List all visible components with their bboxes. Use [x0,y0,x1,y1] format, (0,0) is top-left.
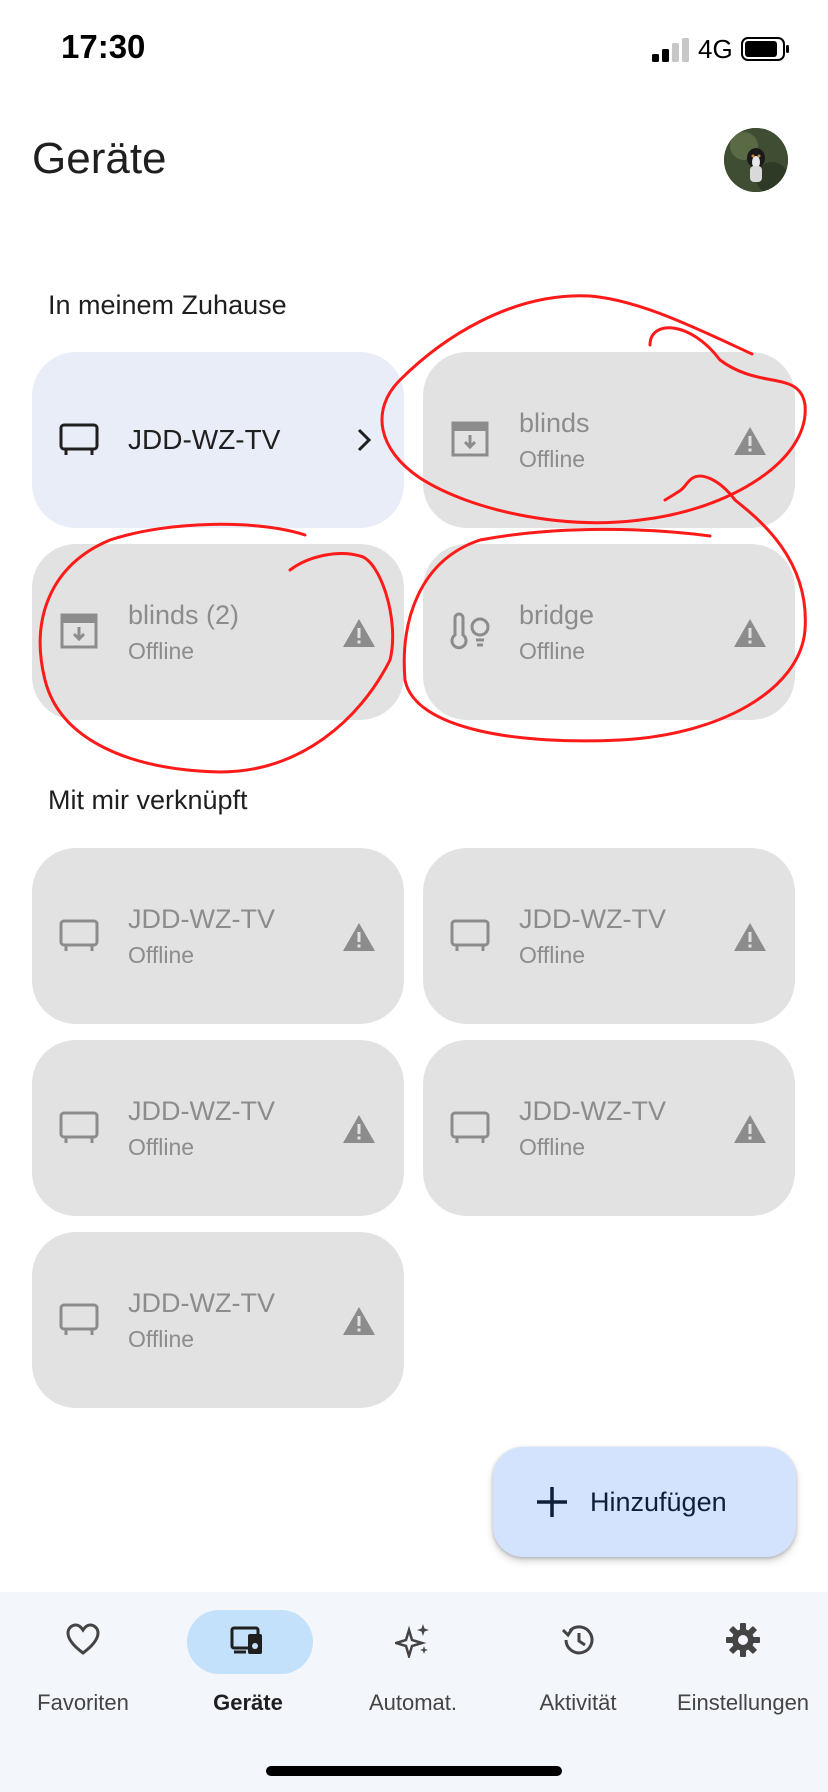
network-type: 4G [698,34,733,64]
heart-icon [66,1623,100,1655]
nav-item-aktivitaet[interactable]: Aktivität [495,1592,661,1722]
signal-icon [652,38,689,62]
plus-icon [537,1487,567,1517]
device-name: JDD-WZ-TV [128,904,275,934]
page-title: Geräte [32,134,167,183]
nav-item-favoriten[interactable]: Favoriten [0,1592,166,1722]
device-tile-linked-tv[interactable]: JDD-WZ-TV Offline [32,1040,404,1216]
device-status: Offline [519,942,586,968]
device-status: Offline [128,1326,195,1352]
device-name: JDD-WZ-TV [128,1096,275,1126]
avatar-image [724,128,788,192]
device-name: JDD-WZ-TV [128,1288,275,1318]
tv-icon [450,919,490,951]
add-device-button[interactable]: Hinzufügen [493,1447,796,1557]
device-tile-jdd-wz-tv[interactable]: JDD-WZ-TV [32,352,404,528]
warning-icon [734,923,766,951]
chevron-right-icon [357,428,372,452]
device-status: Offline [128,942,195,968]
device-tile-linked-tv[interactable]: JDD-WZ-TV Offline [423,1040,795,1216]
device-tile-linked-tv[interactable]: JDD-WZ-TV Offline [32,1232,404,1408]
home-indicator [266,1766,562,1776]
warning-icon [343,923,375,951]
device-tile-bridge[interactable]: bridge Offline [423,544,795,720]
warning-icon [343,1115,375,1143]
nav-label: Geräte [213,1690,283,1715]
section-title-home: In meinem Zuhause [48,290,287,320]
tv-icon [59,919,99,951]
warning-icon [734,1115,766,1143]
nav-label: Automat. [368,1690,458,1715]
status-bar: 17:30 4G [0,0,828,100]
tv-icon [450,1111,490,1143]
history-icon [561,1625,594,1655]
blinds-icon [451,421,489,457]
tv-icon [59,1111,99,1143]
nav-item-automat[interactable]: Automat. [330,1592,496,1722]
device-status: Offline [519,638,586,664]
devices-icon [230,1626,262,1654]
device-tile-blinds[interactable]: blinds Offline [423,352,795,528]
tv-icon [59,1303,99,1335]
nav-label: Einstellungen [676,1690,810,1715]
warning-icon [734,619,766,647]
blinds-icon [60,613,98,649]
device-name: blinds [519,408,590,438]
device-tile-linked-tv[interactable]: JDD-WZ-TV Offline [32,848,404,1024]
warning-icon [343,1307,375,1335]
status-time: 17:30 [61,28,146,65]
device-name: blinds (2) [128,600,240,630]
sparkle-icon [395,1624,429,1658]
device-name: JDD-WZ-TV [519,1096,666,1126]
tv-icon [59,423,99,455]
device-tile-linked-tv[interactable]: JDD-WZ-TV Offline [423,848,795,1024]
avatar[interactable] [724,128,788,192]
device-status: Offline [519,1134,586,1160]
add-device-label: Hinzufügen [590,1487,727,1517]
device-name: bridge [519,600,595,630]
battery-icon [741,37,789,61]
device-name: JDD-WZ-TV [519,904,666,934]
nav-item-einstellungen[interactable]: Einstellungen [660,1592,826,1722]
nav-label: Aktivität [539,1690,617,1715]
device-status: Offline [519,446,586,472]
bottom-nav: Favoriten Geräte Automat. Aktivität Eins… [0,1592,828,1792]
nav-label: Favoriten [37,1690,129,1715]
warning-icon [343,619,375,647]
device-name: JDD-WZ-TV [128,424,281,455]
device-status: Offline [128,638,195,664]
section-title-linked: Mit mir verknüpft [48,785,248,815]
gear-icon [726,1623,760,1657]
nav-item-geraete[interactable]: Geräte [165,1592,331,1722]
device-tile-blinds-2[interactable]: blinds (2) Offline [32,544,404,720]
device-status: Offline [128,1134,195,1160]
sensor-light-icon [450,612,490,650]
warning-icon [734,427,766,455]
